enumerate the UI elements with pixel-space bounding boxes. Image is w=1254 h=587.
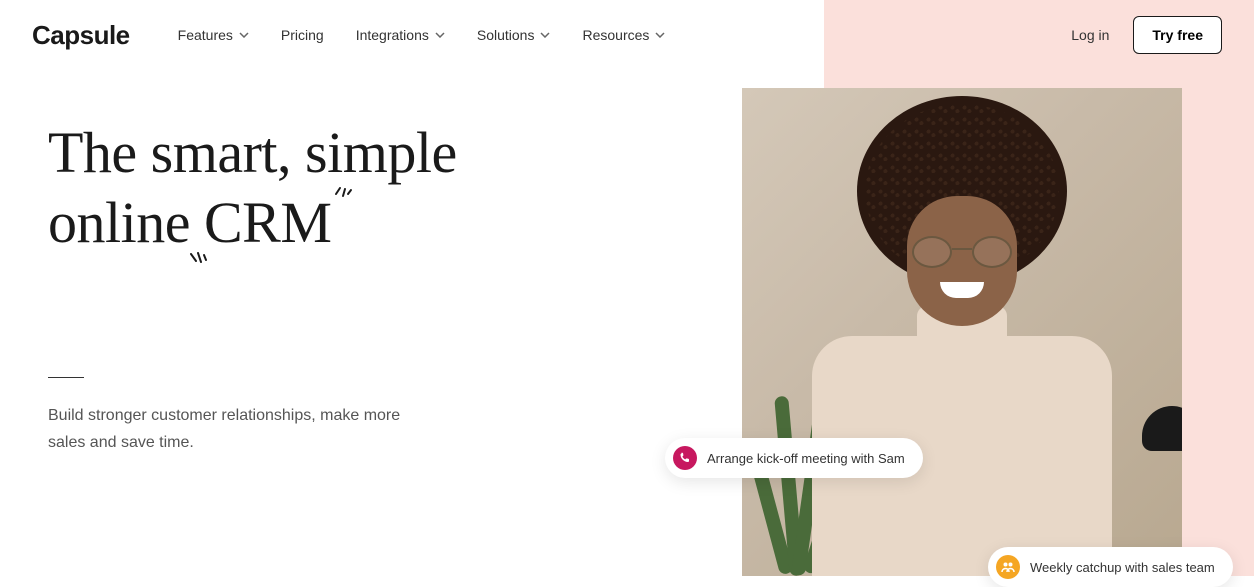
hero-image	[742, 88, 1182, 576]
title-line-2-prefix: online	[48, 190, 204, 255]
sparkle-icon	[188, 251, 208, 269]
title-emphasis: CRM	[204, 188, 331, 258]
people-icon	[996, 555, 1020, 579]
title-line-1: The smart, simple	[48, 120, 457, 185]
divider	[48, 377, 84, 378]
header-actions: Log in Try free	[1071, 16, 1222, 54]
task-chip[interactable]: Arrange kick-off meeting with Sam	[665, 438, 923, 478]
hero-title: The smart, simple online CRM	[48, 118, 648, 257]
login-link[interactable]: Log in	[1071, 27, 1109, 43]
nav-label: Features	[178, 27, 233, 43]
sparkle-icon	[333, 180, 353, 200]
phone-icon	[673, 446, 697, 470]
site-header: Capsule Features Pricing Integrations So…	[0, 0, 1254, 70]
chip-label: Arrange kick-off meeting with Sam	[707, 451, 905, 466]
chevron-down-icon	[655, 32, 665, 38]
nav-label: Resources	[582, 27, 649, 43]
task-chip[interactable]: Weekly catchup with sales team	[988, 547, 1233, 587]
hero-content: The smart, simple online CRM Build stron…	[48, 118, 648, 457]
brand-logo[interactable]: Capsule	[32, 20, 130, 51]
nav-features[interactable]: Features	[178, 27, 249, 43]
chevron-down-icon	[540, 32, 550, 38]
nav-resources[interactable]: Resources	[582, 27, 665, 43]
nav-integrations[interactable]: Integrations	[356, 27, 445, 43]
nav-label: Integrations	[356, 27, 429, 43]
person-illustration	[802, 156, 1122, 576]
nav-label: Pricing	[281, 27, 324, 43]
hero-subtext: Build stronger customer relationships, m…	[48, 402, 408, 456]
nav-label: Solutions	[477, 27, 535, 43]
chevron-down-icon	[435, 32, 445, 38]
main-nav: Features Pricing Integrations Solutions …	[178, 27, 666, 43]
lamp-decoration	[1132, 406, 1182, 496]
chevron-down-icon	[239, 32, 249, 38]
nav-pricing[interactable]: Pricing	[281, 27, 324, 43]
chip-label: Weekly catchup with sales team	[1030, 560, 1215, 575]
title-emphasis-text: CRM	[204, 190, 331, 255]
try-free-button[interactable]: Try free	[1133, 16, 1222, 54]
nav-solutions[interactable]: Solutions	[477, 27, 551, 43]
